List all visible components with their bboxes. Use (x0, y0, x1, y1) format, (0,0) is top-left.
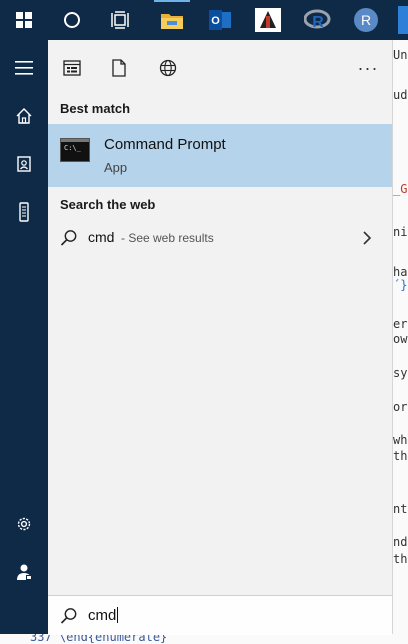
text-caret (117, 607, 119, 623)
more-options-button[interactable]: ··· (352, 52, 384, 84)
start-menu-rail (0, 40, 48, 634)
file-explorer-icon (161, 14, 183, 29)
apps-filter-icon (63, 60, 81, 76)
search-input[interactable]: cmd (88, 607, 119, 624)
home-button[interactable] (0, 92, 48, 140)
apps-filter-button[interactable] (56, 52, 88, 84)
r-logo-icon: R (304, 9, 331, 31)
search-filters: ··· (48, 40, 392, 96)
svg-text:R: R (312, 14, 324, 31)
best-match-result[interactable]: C:\_ Command Prompt App (48, 124, 392, 187)
web-query: cmd (88, 229, 115, 245)
command-prompt-icon: C:\_ (60, 138, 90, 162)
task-view-button[interactable] (96, 0, 144, 40)
file-explorer-button[interactable] (148, 0, 196, 40)
search-icon (60, 230, 77, 246)
active-indicator (154, 0, 190, 2)
editor-line-fragment: hat (393, 265, 408, 279)
taskbar: O R R (0, 0, 408, 40)
start-button[interactable] (0, 0, 48, 40)
best-match-heading: Best match (60, 101, 131, 116)
editor-bottom-line: 337 \end{enumerate} (30, 634, 168, 644)
device-button[interactable] (0, 188, 48, 236)
outlook-icon: O (209, 10, 231, 30)
home-icon (16, 108, 32, 124)
search-box[interactable]: cmd (48, 595, 392, 635)
editor-line-fragment: ers (393, 317, 408, 331)
best-match-title: Command Prompt (104, 136, 226, 153)
web-results-hint: - See web results (121, 231, 214, 245)
editor-line-fragment: ´} (393, 278, 408, 292)
documents-button[interactable] (0, 140, 48, 188)
editor-line-fragment: the (393, 552, 408, 566)
svg-text:O: O (211, 15, 220, 27)
web-heading: Search the web (60, 197, 156, 212)
hamburger-menu-icon (15, 61, 33, 75)
svg-text:R: R (361, 12, 371, 28)
chevron-right-icon[interactable] (362, 230, 372, 246)
editor-line-fragment: sys (393, 366, 408, 380)
background-editor-bottom: 337 \end{enumerate} (0, 634, 408, 644)
task-view-icon (111, 11, 129, 29)
app-button[interactable] (244, 0, 292, 40)
overflow-app-icon[interactable] (398, 6, 408, 34)
editor-line-fragment: _G (393, 182, 408, 196)
editor-line-fragment: ud (393, 88, 408, 102)
editor-line-fragment: ows (393, 332, 408, 346)
documents-icon (17, 156, 31, 172)
outlook-button[interactable]: O (196, 0, 244, 40)
user-icon (17, 564, 32, 580)
web-filter-icon (159, 59, 177, 77)
app-icon (255, 8, 281, 32)
settings-icon (17, 517, 31, 531)
windows-start-icon (16, 12, 32, 28)
editor-line-fragment: nt (393, 502, 408, 516)
documents-filter-icon (112, 59, 126, 77)
device-icon (19, 202, 29, 222)
editor-line-fragment: whe (393, 433, 408, 447)
cortana-button[interactable] (48, 0, 96, 40)
search-panel: ··· Best match C:\_ Command Prompt App S… (48, 40, 392, 634)
web-search-result[interactable]: cmd - See web results (48, 219, 392, 257)
web-filter-button[interactable] (152, 52, 184, 84)
settings-button[interactable] (0, 500, 48, 548)
r-button[interactable]: R (294, 0, 342, 40)
r-avatar-button[interactable]: R (342, 0, 390, 40)
search-icon (60, 608, 77, 624)
r-avatar-icon: R (354, 8, 378, 32)
expand-button[interactable] (0, 44, 48, 92)
background-editor: Un ud _Gnis hat´} ersows sys or whe th nt nde the (392, 40, 408, 644)
editor-line-fragment: nis (393, 225, 408, 239)
editor-line-fragment: Un (393, 48, 408, 62)
editor-line-fragment: nde (393, 535, 408, 549)
editor-line-fragment: or (393, 400, 408, 414)
best-match-subtitle: App (104, 160, 128, 175)
documents-filter-button[interactable] (103, 52, 135, 84)
user-button[interactable] (0, 548, 48, 596)
cortana-icon (64, 12, 80, 28)
editor-line-fragment: th (393, 449, 408, 463)
